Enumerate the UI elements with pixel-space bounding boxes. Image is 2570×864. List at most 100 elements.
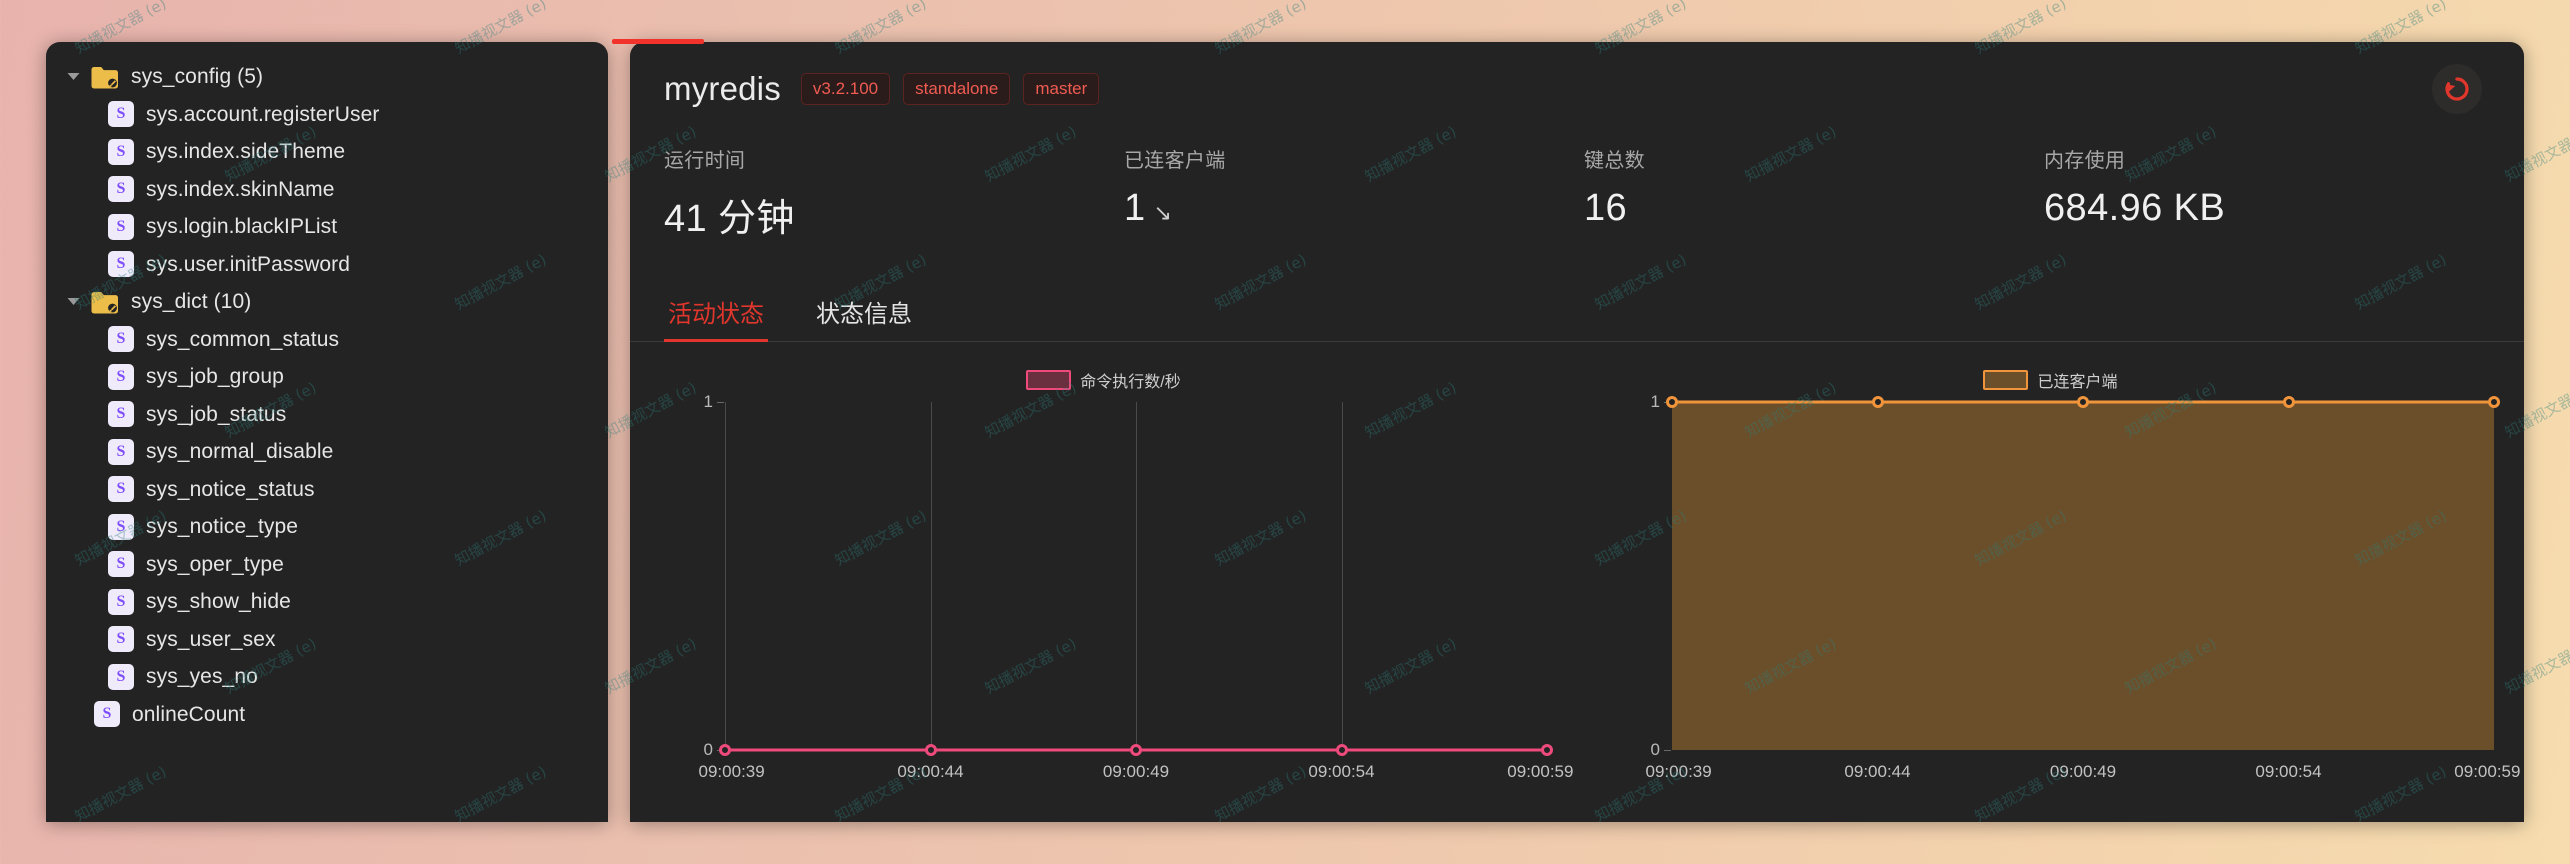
tree-item-label: sys_user_sex: [146, 627, 276, 651]
string-type-icon: S: [108, 513, 134, 540]
stat-total-keys: 键总数 16: [1584, 144, 2044, 242]
tree-folder-row[interactable]: sys_config (5): [46, 58, 608, 96]
chevron-down-icon[interactable]: [62, 291, 84, 313]
stat-label: 运行时间: [664, 150, 746, 172]
page-load-progress-bar: [612, 39, 704, 44]
data-point[interactable]: [2488, 396, 2500, 408]
y-axis-label-min: 0: [703, 740, 713, 759]
string-type-icon: S: [108, 401, 134, 428]
stat-label: 键总数: [1584, 150, 1645, 172]
string-type-icon: S: [108, 663, 134, 690]
x-axis-label: 09:00:59: [1507, 762, 1574, 781]
tree-key-row[interactable]: Ssys_normal_disable: [46, 433, 608, 471]
tree-key-row[interactable]: Ssys.index.skinName: [46, 171, 608, 209]
stat-value: 41 分钟: [664, 187, 1124, 242]
tree-key-row[interactable]: Ssys_yes_no: [46, 658, 608, 696]
server-tag-list: v3.2.100 standalone master: [800, 72, 1112, 105]
tree-key-row[interactable]: Ssys.login.blackIPList: [46, 208, 608, 246]
string-type-icon: S: [108, 326, 134, 353]
data-point[interactable]: [1335, 744, 1348, 756]
stat-value: 684.96 KB: [2044, 187, 2504, 230]
tree-key-row[interactable]: Ssys_job_group: [46, 358, 608, 396]
tree-item-label: sys_show_hide: [146, 590, 291, 614]
data-point[interactable]: [1666, 396, 1678, 408]
tree-key-row[interactable]: Ssys_oper_type: [46, 546, 608, 584]
y-tick: [1664, 750, 1671, 751]
string-type-icon: S: [108, 363, 134, 390]
series-area-fill: [1672, 402, 2494, 750]
data-point[interactable]: [1871, 396, 1884, 408]
string-type-icon: S: [108, 213, 134, 240]
tree-item-label: sys.user.initPassword: [146, 252, 351, 276]
legend-label: 已连客户端: [2037, 374, 2118, 391]
tree-item-label: sys.account.registerUser: [146, 102, 380, 126]
tree-item-label: sys_notice_status: [146, 477, 315, 501]
data-point[interactable]: [1541, 744, 1553, 756]
tree-key-row[interactable]: Ssys_common_status: [46, 321, 608, 359]
legend-swatch[interactable]: [1026, 370, 1072, 390]
tree-item-label: sys_oper_type: [146, 552, 284, 576]
tree-item-label: sys_job_status: [146, 402, 287, 426]
grid-line: [930, 402, 932, 750]
string-type-icon: S: [108, 438, 134, 465]
string-type-icon: S: [108, 551, 134, 578]
tree-item-label: sys_common_status: [146, 327, 340, 351]
refresh-button[interactable]: [2432, 64, 2482, 114]
data-point[interactable]: [924, 744, 937, 756]
data-point[interactable]: [2282, 396, 2295, 408]
stat-label: 内存使用: [2044, 150, 2126, 172]
y-axis-label-max: 1: [703, 392, 713, 411]
tree-item-label: sys_config (5): [131, 65, 264, 89]
x-axis-label: 09:00:49: [1102, 762, 1170, 781]
tab-status-info[interactable]: 状态信息: [812, 303, 916, 341]
plot-area: 1 0 09:00:39 09:00:44 09:00:49 09:00:54 09:00:…: [699, 392, 1574, 781]
string-type-icon: S: [108, 176, 134, 203]
folder-open-icon: [91, 66, 118, 89]
tree-item-label: sys_notice_type: [146, 515, 299, 539]
server-name: myredis: [664, 70, 781, 107]
data-point[interactable]: [2077, 396, 2089, 408]
tree-key-row[interactable]: Ssys_show_hide: [46, 583, 608, 621]
x-axis-label: 09:00:49: [2049, 762, 2117, 781]
tree-key-row[interactable]: Ssys_job_status: [46, 396, 608, 434]
tree-item-label: sys_job_group: [146, 365, 284, 389]
stat-value: 16: [1584, 187, 2044, 230]
chart-legend: 已连客户端: [1577, 368, 2524, 392]
x-axis-label: 09:00:39: [698, 762, 765, 781]
stat-memory-usage: 内存使用 684.96 KB: [2044, 144, 2504, 242]
tree-key-row[interactable]: Ssys_user_sex: [46, 621, 608, 659]
plot-area: 1 0 09:00:39 09:00:44 09:00:49 09:00:54 09:00:…: [1646, 392, 2521, 781]
tree-key-row[interactable]: Ssys.account.registerUser: [46, 96, 608, 134]
key-tree-panel: sys_config (5) Ssys.account.registerUser S…: [46, 42, 608, 822]
legend-swatch[interactable]: [1983, 370, 2029, 390]
string-type-icon: S: [94, 701, 120, 728]
tree-item-label: sys.index.skinName: [146, 177, 335, 201]
tree-key-row[interactable]: Ssys.index.sideTheme: [46, 133, 608, 171]
string-type-icon: S: [108, 588, 134, 615]
connected-clients-chart: 已连客户端 1 0 09:00:39 09:00:44 09:00:49 09:00:54 0…: [1577, 348, 2524, 818]
grid-line: [1136, 402, 1137, 750]
tree-key-row[interactable]: Ssys_notice_status: [46, 471, 608, 509]
string-type-icon: S: [108, 251, 134, 278]
tree-key-row[interactable]: Ssys.user.initPassword: [46, 246, 608, 284]
x-axis-label: 09:00:39: [1645, 762, 1712, 781]
y-axis-label-max: 1: [1650, 392, 1660, 411]
stat-value-text: 41 分钟: [664, 198, 795, 240]
cursor-arrow-icon: ↘: [1153, 200, 1173, 225]
tree-key-row[interactable]: Ssys_notice_type: [46, 508, 608, 546]
server-tag: master: [1023, 72, 1100, 105]
chevron-down-icon[interactable]: [62, 66, 84, 88]
y-tick: [717, 402, 724, 403]
data-point[interactable]: [1130, 744, 1142, 756]
tree-key-row[interactable]: SonlineCount: [46, 696, 608, 734]
data-point[interactable]: [719, 744, 731, 756]
tab-active-status[interactable]: 活动状态: [664, 303, 768, 342]
tree-folder-row[interactable]: sys_dict (10): [46, 283, 608, 321]
stat-value-text: 684.96 KB: [2044, 187, 2226, 229]
string-type-icon: S: [108, 476, 134, 503]
string-type-icon: S: [108, 138, 134, 165]
server-header: myredis v3.2.100 standalone master: [630, 42, 2524, 114]
string-type-icon: S: [108, 101, 134, 128]
tab-bar: 活动状态 状态信息: [630, 286, 2524, 342]
refresh-icon: [2445, 77, 2469, 101]
